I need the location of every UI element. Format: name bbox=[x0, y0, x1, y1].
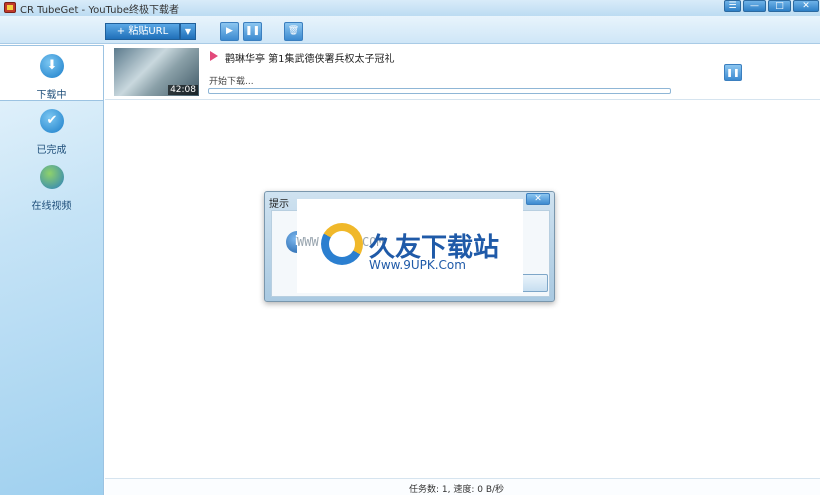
task-speed-status: 任务数: 1, 速度: 0 B/秒 bbox=[409, 485, 505, 495]
status-bar: 任务数: 1, 速度: 0 B/秒 bbox=[105, 478, 820, 495]
download-progress-bar bbox=[208, 88, 671, 94]
watermark-url: Www.9UPK.Com bbox=[369, 258, 466, 272]
video-title: 鹳琳华亭 第1集武德侠署兵权太子冠礼 bbox=[225, 54, 395, 65]
download-icon: ⬇ bbox=[40, 54, 64, 78]
video-thumbnail: 42:08 bbox=[114, 48, 199, 96]
menu-button[interactable]: ☰ bbox=[724, 0, 741, 12]
title-bar: CR TubeGet - YouTube终极下载者 ☰ — □ ✕ bbox=[0, 0, 820, 16]
download-list-item[interactable]: 42:08 鹳琳华亭 第1集武德侠署兵权太子冠礼 开始下载... ❚❚ bbox=[105, 45, 820, 100]
toolbar: + 粘贴URL ▼ ▶ ❚❚ 🗑 bbox=[0, 16, 820, 44]
sidebar-item-online-video[interactable]: 在线视频 bbox=[0, 157, 103, 213]
site-watermark: WWW.9UPK.COM 久友下载站 Www.9UPK.Com bbox=[297, 199, 523, 293]
check-icon: ✔ bbox=[40, 109, 64, 133]
start-button[interactable]: ▶ bbox=[220, 22, 239, 41]
globe-icon bbox=[40, 165, 64, 189]
source-site-icon bbox=[210, 51, 220, 61]
paste-url-button[interactable]: + 粘贴URL bbox=[105, 23, 180, 40]
sidebar-item-label: 下载中 bbox=[36, 90, 67, 101]
window-title: CR TubeGet - YouTube终极下载者 bbox=[20, 5, 179, 16]
maximize-button[interactable]: □ bbox=[768, 0, 791, 12]
sidebar: ⬇ 下载中 ✔ 已完成 在线视频 bbox=[0, 45, 104, 495]
dialog-close-button[interactable]: ✕ bbox=[526, 193, 550, 205]
video-duration: 42:08 bbox=[168, 85, 198, 95]
sidebar-item-completed[interactable]: ✔ 已完成 bbox=[0, 101, 103, 157]
sidebar-item-label: 在线视频 bbox=[31, 201, 72, 212]
close-button[interactable]: ✕ bbox=[793, 0, 819, 12]
paste-url-dropdown[interactable]: ▼ bbox=[180, 23, 196, 40]
dialog-title: 提示 bbox=[269, 199, 289, 210]
item-pause-button[interactable]: ❚❚ bbox=[724, 64, 742, 81]
logo-icon bbox=[321, 223, 363, 265]
app-icon bbox=[4, 2, 16, 13]
delete-button[interactable]: 🗑 bbox=[284, 22, 303, 41]
sidebar-item-downloading[interactable]: ⬇ 下载中 bbox=[0, 45, 103, 101]
pause-button[interactable]: ❚❚ bbox=[243, 22, 262, 41]
minimize-button[interactable]: — bbox=[743, 0, 766, 12]
download-status: 开始下载... bbox=[209, 77, 254, 87]
sidebar-item-label: 已完成 bbox=[36, 145, 67, 156]
